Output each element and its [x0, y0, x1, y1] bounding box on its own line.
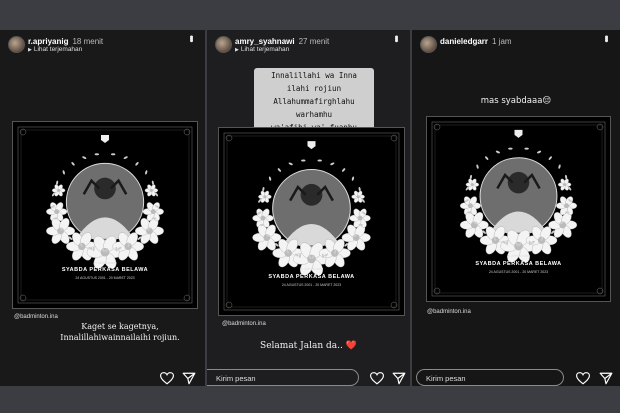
poster-dates: 24 AGUSTUS 2001 - 20 MARET 2023 [281, 283, 342, 287]
username[interactable]: danieledgarr 1 jam [440, 37, 512, 46]
credit-tag[interactable]: @badminton.ina [427, 309, 471, 315]
caption-line-1: Kaget se kagetnya, [81, 322, 159, 331]
username[interactable]: r.apriyanig 18 menit [28, 37, 103, 46]
username[interactable]: amry_syahnawi 27 menit [235, 37, 329, 46]
caption-line-2: Innalillahiwainnailaihi rojiun. [60, 333, 180, 342]
story-card-2[interactable]: amry_syahnawi 27 menit ▶ Lihat terjemahan … [207, 30, 410, 386]
avatar[interactable] [215, 36, 232, 53]
credit-tag[interactable]: @badminton.ina [14, 314, 58, 320]
memorial-poster: In Memoriam SYABDA PERKASA BELAWA 24 AGUST… [218, 127, 405, 316]
more-options-icon[interactable]: ••• [600, 35, 612, 41]
story-header: danieledgarr 1 jam ••• [412, 30, 620, 58]
translate-label[interactable]: Lihat terjemahan [34, 46, 82, 53]
translate-label[interactable]: Lihat terjemahan [241, 46, 289, 53]
top-bar [0, 0, 620, 30]
memorial-poster: In Memoriam SYABDA PERKASA BELAWA 24 AGUST… [426, 116, 611, 302]
story-card-1[interactable]: r.apriyanig 18 menit ▶ Lihat terjemahan ••… [0, 30, 205, 386]
poster-artwork [17, 126, 193, 304]
translate-icon: ▶ [235, 47, 239, 53]
heart-icon[interactable] [370, 372, 384, 385]
poster-in-memoriam: In Memoriam [93, 260, 117, 265]
username-text[interactable]: danieledgarr [440, 37, 488, 46]
translate-link[interactable]: ▶ Lihat terjemahan [235, 46, 289, 53]
more-options-icon[interactable]: ••• [185, 35, 197, 41]
send-icon[interactable] [182, 372, 196, 385]
username-text[interactable]: amry_syahnawi [235, 37, 295, 46]
send-icon[interactable] [392, 372, 406, 385]
poster-in-memoriam: In Memoriam [299, 266, 324, 271]
reply-input[interactable]: Kirim pesan [416, 369, 564, 386]
memorial-poster: In Memoriam SYABDA PERKASA BELAWA 24 AGUST… [12, 121, 198, 309]
avatar[interactable] [420, 36, 437, 53]
reply-input[interactable]: Kirim pesan [207, 369, 359, 386]
poster-dates: 24 AGUSTUS 2001 - 20 MARET 2023 [75, 276, 135, 280]
poster-dates: 24 AGUSTUS 2001 - 20 MARET 2023 [488, 270, 549, 274]
post-time: 18 menit [72, 37, 104, 46]
translate-icon: ▶ [28, 47, 32, 53]
bottom-bar [0, 386, 620, 413]
translate-link[interactable]: ▶ Lihat terjemahan [28, 46, 82, 53]
story-header: amry_syahnawi 27 menit ▶ Lihat terjemahan … [207, 30, 410, 58]
story-text-overlay: Innalillahi wa Inna ilahi rojiun Allahum… [254, 68, 374, 135]
poster-name: SYABDA PERKASA BELAWA [61, 267, 149, 273]
credit-tag[interactable]: @badminton.ina [222, 321, 266, 327]
story-caption: mas syabdaaa😔 [480, 96, 552, 106]
avatar[interactable] [8, 36, 25, 53]
poster-in-memoriam: In Memoriam [506, 253, 531, 258]
more-options-icon[interactable]: ••• [390, 35, 402, 41]
heart-icon[interactable] [576, 372, 590, 385]
message-line-1: Innalillahi wa Inna ilahi rojiun [271, 71, 357, 93]
poster-name: SYABDA PERKASA BELAWA [475, 261, 562, 267]
post-time: 1 jam [492, 37, 512, 46]
story-caption: Kaget se kagetnya, Innalillahiwainnailai… [40, 321, 200, 343]
poster-name: SYABDA PERKASA BELAWA [268, 274, 355, 280]
story-header: r.apriyanig 18 menit ▶ Lihat terjemahan ••… [0, 30, 205, 58]
post-time: 27 menit [298, 37, 330, 46]
story-card-3[interactable]: danieledgarr 1 jam ••• mas syabdaaa😔 In M… [412, 30, 620, 386]
story-caption: Selamat Jalan da.. ❤️ [260, 341, 357, 351]
message-line-2: Allahummafirghlahu warhamhu [273, 97, 355, 119]
username-text[interactable]: r.apriyanig [28, 37, 68, 46]
heart-icon[interactable] [160, 372, 174, 385]
send-icon[interactable] [599, 372, 613, 385]
